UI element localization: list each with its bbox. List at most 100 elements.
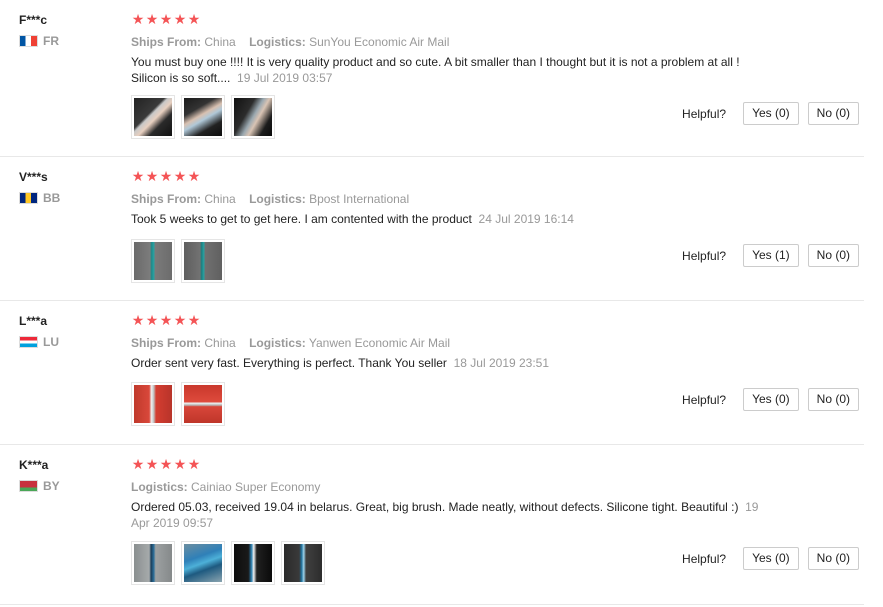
country-code: BB	[43, 191, 61, 205]
star-icon: ★	[159, 168, 173, 184]
review-text: Order sent very fast. Everything is perf…	[131, 355, 771, 371]
ships-from-value: China	[204, 35, 236, 49]
reviewer-name: L***a	[19, 314, 48, 328]
star-icon: ★	[159, 456, 173, 472]
reviewer-info: K***a BY	[19, 457, 60, 493]
review-photo-thumbnail[interactable]	[131, 239, 175, 283]
helpful-yes-button[interactable]: Yes (0)	[743, 102, 799, 125]
country-code: BY	[43, 479, 60, 493]
reviewer-info: F***c FR	[19, 12, 59, 48]
review-photo-thumbnail[interactable]	[131, 95, 175, 139]
flag-bb-icon	[19, 192, 38, 204]
star-icon: ★	[159, 11, 173, 27]
ships-from-value: China	[204, 192, 236, 206]
helpful-label: Helpful?	[682, 551, 727, 566]
star-icon: ★	[131, 11, 145, 27]
star-icon: ★	[131, 312, 145, 328]
logistics-value: Bpost International	[309, 192, 410, 206]
review-body: Order sent very fast. Everything is perf…	[131, 356, 447, 370]
review-photo-thumbnail[interactable]	[181, 541, 225, 585]
review-photo-thumbnail[interactable]	[231, 95, 275, 139]
star-icon: ★	[145, 11, 159, 27]
review-photo-thumbnail[interactable]	[181, 239, 225, 283]
reviewer-name: F***c	[19, 13, 48, 27]
shipping-info: Ships From: China Logistics: Yanwen Econ…	[131, 335, 864, 351]
star-icon: ★	[145, 456, 159, 472]
logistics-value: Cainiao Super Economy	[191, 480, 321, 494]
shipping-info: Ships From: China Logistics: SunYou Econ…	[131, 34, 864, 50]
review-text: Ordered 05.03, received 19.04 in belarus…	[131, 499, 771, 531]
ships-from-label: Ships From:	[131, 35, 202, 49]
review-item: V***s BB ★ ★ ★ ★ ★ Ships From: China Logisti…	[0, 157, 864, 301]
reviewer-country: FR	[19, 34, 59, 48]
flag-lu-icon	[19, 336, 38, 348]
review-date: 18 Jul 2019 23:51	[453, 356, 550, 370]
logistics-value: SunYou Economic Air Mail	[309, 35, 450, 49]
reviewer-country: LU	[19, 335, 59, 349]
logistics-label: Logistics:	[131, 480, 188, 494]
review-body: You must buy one !!!! It is very quality…	[131, 55, 740, 85]
helpful-yes-button[interactable]: Yes (1)	[743, 244, 799, 267]
reviewer-country: BB	[19, 191, 61, 205]
star-icon: ★	[131, 456, 145, 472]
helpful-no-button[interactable]: No (0)	[807, 102, 859, 125]
helpful-yes-button[interactable]: Yes (0)	[743, 547, 799, 570]
reviewer-name: K***a	[19, 458, 49, 472]
review-date: 24 Jul 2019 16:14	[478, 212, 574, 226]
star-icon: ★	[145, 312, 159, 328]
helpful-no-button[interactable]: No (0)	[807, 547, 859, 570]
star-icon: ★	[187, 312, 201, 328]
review-text: Took 5 weeks to get to get here. I am co…	[131, 211, 771, 227]
star-rating: ★ ★ ★ ★ ★	[131, 457, 864, 471]
review-body: Ordered 05.03, received 19.04 in belarus…	[131, 500, 739, 514]
review-photo-thumbnail[interactable]	[131, 541, 175, 585]
star-icon: ★	[187, 168, 201, 184]
star-icon: ★	[131, 168, 145, 184]
country-code: LU	[43, 335, 59, 349]
ships-from-value: China	[204, 336, 236, 350]
shipping-info: Logistics: Cainiao Super Economy	[131, 479, 864, 495]
logistics-label: Logistics:	[249, 192, 306, 206]
review-content: ★ ★ ★ ★ ★ Ships From: China Logistics: Yanwe…	[131, 313, 864, 371]
country-code: FR	[43, 34, 59, 48]
review-photos	[131, 239, 231, 283]
star-rating: ★ ★ ★ ★ ★	[131, 313, 864, 327]
star-icon: ★	[173, 312, 187, 328]
review-photo-thumbnail[interactable]	[131, 382, 175, 426]
helpful-vote: Helpful? Yes (0) No (0)	[682, 102, 859, 125]
helpful-vote: Helpful? Yes (1) No (0)	[682, 244, 859, 267]
flag-by-icon	[19, 480, 38, 492]
helpful-no-button[interactable]: No (0)	[807, 388, 859, 411]
reviewer-info: V***s BB	[19, 169, 61, 205]
review-photo-thumbnail[interactable]	[281, 541, 325, 585]
star-icon: ★	[145, 168, 159, 184]
review-item: F***c FR ★ ★ ★ ★ ★ Ships From: China Logisti…	[0, 0, 864, 157]
review-photo-thumbnail[interactable]	[231, 541, 275, 585]
helpful-no-button[interactable]: No (0)	[807, 244, 859, 267]
reviewer-info: L***a LU	[19, 313, 59, 349]
shipping-info: Ships From: China Logistics: Bpost Inter…	[131, 191, 864, 207]
reviewer-country: BY	[19, 479, 60, 493]
star-rating: ★ ★ ★ ★ ★	[131, 12, 864, 26]
review-photo-thumbnail[interactable]	[181, 95, 225, 139]
logistics-label: Logistics:	[249, 35, 306, 49]
helpful-yes-button[interactable]: Yes (0)	[743, 388, 799, 411]
helpful-label: Helpful?	[682, 392, 727, 407]
review-content: ★ ★ ★ ★ ★ Ships From: China Logistics: Bpost…	[131, 169, 864, 227]
helpful-label: Helpful?	[682, 106, 727, 121]
review-photo-thumbnail[interactable]	[181, 382, 225, 426]
review-content: ★ ★ ★ ★ ★ Logistics: Cainiao Super Economy O…	[131, 457, 864, 531]
review-photos	[131, 382, 231, 426]
reviewer-name: V***s	[19, 170, 48, 184]
helpful-vote: Helpful? Yes (0) No (0)	[682, 388, 859, 411]
review-photos	[131, 95, 281, 139]
review-body: Took 5 weeks to get to get here. I am co…	[131, 212, 472, 226]
logistics-label: Logistics:	[249, 336, 306, 350]
helpful-label: Helpful?	[682, 248, 727, 263]
star-icon: ★	[187, 11, 201, 27]
star-icon: ★	[173, 168, 187, 184]
helpful-vote: Helpful? Yes (0) No (0)	[682, 547, 859, 570]
star-rating: ★ ★ ★ ★ ★	[131, 169, 864, 183]
ships-from-label: Ships From:	[131, 336, 202, 350]
logistics-value: Yanwen Economic Air Mail	[308, 336, 451, 350]
